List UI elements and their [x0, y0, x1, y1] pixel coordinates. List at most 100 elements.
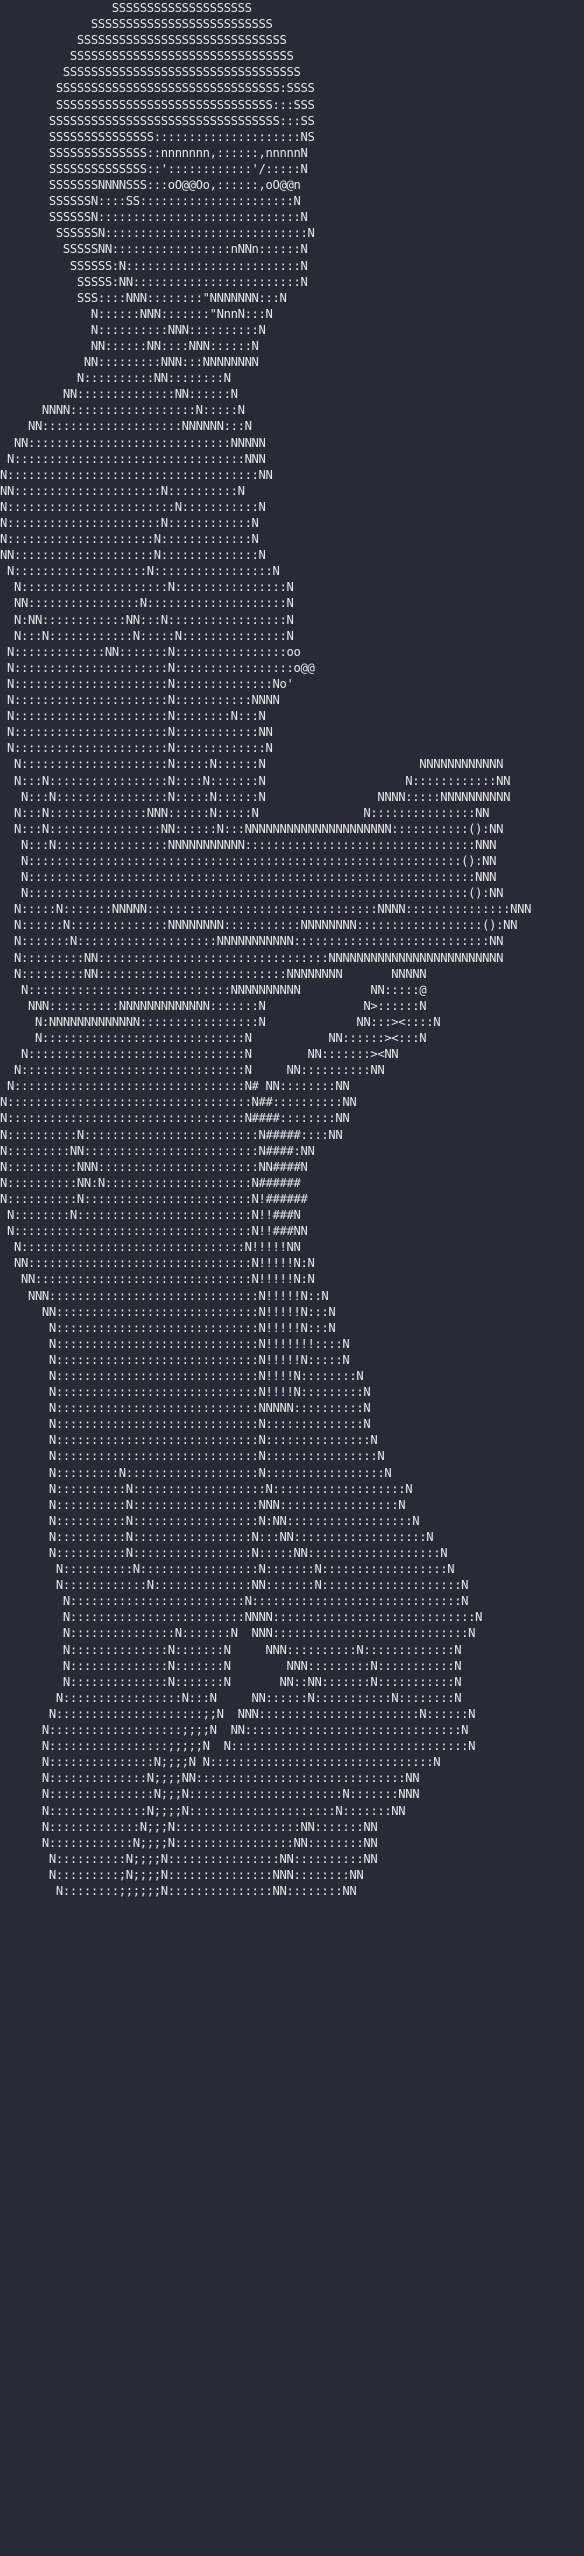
ascii-art-line: N:::::::::::::::::::::::::::::::::NNN	[0, 451, 266, 466]
ascii-art-line: N::::::NNN:::::::"NnnN:::N	[0, 306, 273, 321]
ascii-art-line: N:::::::::::::::::::::::::::::N:::::::::…	[0, 1433, 378, 1448]
ascii-art-line: N:::N::::::::::::N:::::N:::::::::::::::N	[0, 628, 294, 643]
ascii-art-line: N::::::::::::::N;;;;N:::::::::::::::::::…	[0, 1803, 406, 1818]
ascii-art-line: SSS::::NNN::::::::"NNNNNNN:::N	[0, 290, 287, 305]
ascii-art-line: N::::::::::::N;;;;N:::::::::::::::::NN::…	[0, 1835, 378, 1850]
ascii-art-line: N:::::::::N:::::::::::::::::::N:::::::::…	[0, 1465, 392, 1480]
ascii-art-line: N::::::::N:::::::::::::::::::::::::N!!##…	[0, 1208, 301, 1223]
ascii-art-line: N:::::::::::::::::::::::::::::::N NN::::…	[0, 1047, 399, 1062]
ascii-art-line: SSSSSSSSSSSSSS::'::::::::::::'/:::::N	[0, 161, 308, 176]
ascii-art-line: N::::::::::N:::::::::::::::::::::::::N##…	[0, 1127, 343, 1142]
ascii-art-line: N::::::::::::::::::::::N:::::::::::NNNN	[0, 693, 280, 708]
ascii-art-line: N::::::::::::::::::::::N:::::::::::::N	[0, 741, 273, 756]
ascii-art-line: NN::::::NN::::NNN::::::N	[0, 338, 259, 353]
ascii-art-line: N:::::::::::::::::::::;;N NNN:::::::::::…	[0, 1706, 476, 1721]
ascii-art-line: N:::::::::::::::::::;;;;N NN::::::::::::…	[0, 1723, 469, 1738]
ascii-art-line: N::::::::::N::::::::::::::::::NNN:::::::…	[0, 1497, 406, 1512]
ascii-art-line: N:::::::::::::::N;;;;N N::::::::::::::::…	[0, 1755, 441, 1770]
ascii-art-line: N:::::::::::::::::::::::::::::N!!!!N::::…	[0, 1368, 364, 1383]
ascii-art-line: NNN::::::::::::::::::::::::::::::N!!!!!N…	[0, 1288, 329, 1303]
ascii-art-line: N:::::::::::::::::N:::N NN::::::N:::::::…	[0, 1690, 462, 1705]
ascii-art-line: N::::::::::::::::::::::N::::::::N:::N	[0, 709, 266, 724]
ascii-art-line: SSSSSSSSSSSSSSSSSSSSSSSSSSSSSSSS:SSSS	[0, 81, 315, 96]
ascii-art-line: N::::::::::NN::::::::N	[0, 371, 231, 386]
ascii-art-line: SSSSSSN:::::::::::::::::::::::::::::N	[0, 226, 315, 241]
ascii-art-line: N:::::::::::::::::::::::::::::::::::::::…	[0, 886, 504, 901]
ascii-art-line: SSSSSSSSSSSSSSSSSSSSSSSSSSSSSSSS	[0, 49, 294, 64]
ascii-art-line: NN:::::::::::::::::::::::::::::::N!!!!!N…	[0, 1272, 315, 1287]
ascii-art-line: N:::::::::::::::::::::::::N:::::::::::::…	[0, 1594, 469, 1609]
ascii-art-line: N:::::::::::::::::::::::::::::NNNNN:::::…	[0, 1401, 371, 1416]
ascii-art-line: NN::::::::::::::::N::::::::::::::::::::N	[0, 596, 294, 611]
ascii-art-line: SSSSSSSSSSSSSSS:::::::::::::::::::::NS	[0, 129, 315, 144]
ascii-art-line: SSSSSSSSSSSSSSSSSSSSSSSSSS	[0, 17, 273, 32]
ascii-art-line: N::::::::::::::::::::::::::::::::::::NN	[0, 467, 273, 482]
ascii-art-line: N::::::::::N:::::::::::::::::N:::::NN:::…	[0, 1546, 448, 1560]
ascii-art-line: N:::N::::::::::::::NNN::::::N:::::N N:::…	[0, 805, 490, 820]
ascii-art-line: N::::::::::::::N:::::::N NNN:::::::::N::…	[0, 1658, 462, 1673]
ascii-art-line: SSSSSSN:::::::::::::::::::::::::::::N	[0, 210, 308, 225]
ascii-art-line: N:::::N:::::::NNNNN:::::::::::::::::::::…	[0, 902, 532, 917]
ascii-art-line: N:::::::N::::::::::::::::::::NNNNNNNNNNN…	[0, 934, 504, 949]
ascii-art-line: N::::::::::N;;;;N::::::::::::::::NN:::::…	[0, 1851, 378, 1866]
ascii-art-line: N:::::::::::::::::::::::::::::N!!!!!!!::…	[0, 1336, 350, 1351]
ascii-art-line: N:::::::::::::::::::::N:::::N::::::N NNN…	[0, 757, 504, 772]
ascii-art-line: N::::::::::N:::::::::::::::::N:::NN:::::…	[0, 1529, 434, 1544]
ascii-art-line: N:::::::::::::::::::::::::::::N!!!!!N:::…	[0, 1352, 350, 1367]
ascii-art-line: N::::::N::::::::::::::NNNNNNNN::::::::::…	[0, 918, 518, 933]
ascii-art-line: NN::::::::::::::NN::::::N	[0, 387, 238, 402]
ascii-art-line: N:::::::::::::::::::::::::::::N:::::::::…	[0, 1417, 371, 1432]
ascii-art-line: N:::::::::::::::::::::::::::::N!!!!!N:::…	[0, 1320, 336, 1335]
ascii-art-line: NN::::::::::::::::::::N::::::::::::::N	[0, 548, 266, 563]
ascii-art-line: N:::::::::::::::::::N:::::::::::::::::N	[0, 564, 280, 579]
ascii-art-line: NN::::::::::::::::::::::::::::::::N!!!!!…	[0, 1256, 315, 1271]
ascii-art-line: N:::::::::::::::::::::::::::::N!!!!N::::…	[0, 1385, 371, 1400]
ascii-art-line: N::::::::::::::::::::::N::::::::::::N	[0, 516, 259, 530]
ascii-art-line: N:::N::::::::::::::::NN::::::N:::NNNNNNN…	[0, 821, 504, 836]
ascii-art-line: N::::::::::::::N:::::::N NN::NN:::::::N:…	[0, 1674, 462, 1689]
ascii-art-line: N::::::::::::N::::::::::::::NN:::::::N::…	[0, 1578, 469, 1593]
ascii-art-line: N::::::::::N::::::::::::::::::::::::N!##…	[0, 1191, 308, 1206]
ascii-art-line: N:::N:::::::::::::::::N::::N:::::::N N::…	[0, 773, 511, 788]
ascii-art-line: SSSSSSSSSSSSSSSSSSSSSSSSSSSSSSSSS:::SS	[0, 113, 315, 128]
ascii-art-line: N:::::::::::::::::::::::::::::N NN::::::…	[0, 1031, 427, 1045]
ascii-art-line: SSSSSSSSSSSSSSSSSSSSSSSSSSSSSS	[0, 33, 287, 48]
ascii-art-line: N:::::::::NN::::::::::::::::::::::::::::…	[0, 950, 504, 965]
ascii-art-line: SSSSSSSSSSSSSSSSSSSSSSSSSSSSSSS:::SSS	[0, 97, 315, 112]
ascii-art-line: N::::::::::::::::::::::N::::::::::::::No…	[0, 676, 294, 691]
ascii-art-line: NN:::::::::::::::::::::N::::::::::N	[0, 483, 245, 498]
ascii-art-line: N::::::::::NNN::::::::::N	[0, 322, 266, 337]
ascii-art-line: N:::N::::::::::::::::NNNNNNNNNNN::::::::…	[0, 837, 497, 852]
ascii-art-line: N:::::::::::::::::::::::::::::::::N# NN:…	[0, 1079, 350, 1094]
ascii-art-line: N:::::::::NN:::::::::::::::::::::::::N##…	[0, 1143, 315, 1158]
ascii-art-line: SSSSSSSSSSSSSS::nnnnnnn,::::::,nnnnnN	[0, 145, 308, 160]
ascii-art-line: N::::::::::N:::::::::::::::::::N::::::::…	[0, 1481, 413, 1496]
ascii-art-line: N::::::::::NN:N:::::::::::::::::::::N###…	[0, 1175, 301, 1190]
ascii-art-line: N::::::::::::::::::::::::::::::::N NN:::…	[0, 1063, 385, 1078]
ascii-art-line: N:::::::::::::::N;;;N:::::::::::::::::::…	[0, 1787, 420, 1802]
ascii-art-line: N:::::::::::::::::::::::::::::NNNNNNNNNN…	[0, 982, 427, 997]
ascii-art-line: N:::::::::::::::::;;;;;N N::::::::::::::…	[0, 1739, 476, 1754]
ascii-art-line: N::::::::::N::::::::::::::::::N:NN::::::…	[0, 1513, 420, 1528]
ascii-art-line: SSSSS:NN::::::::::::::::::::::::N	[0, 274, 308, 289]
ascii-art-line: N::::::::::::::::::::::::::::::::N!!!!!N…	[0, 1240, 301, 1255]
ascii-art-line: N::::::::::::::N:::::::N NNN::::::::::N:…	[0, 1642, 462, 1657]
ascii-art-line: N:::N::::::::::::::::N:::::N::::::N NNNN…	[0, 789, 511, 804]
ascii-art-line: N:::::::::::::::::::::::::::::::::::::::…	[0, 853, 497, 868]
ascii-art-line: N::::::::;;;;;;N:::::::::::::::NN:::::::…	[0, 1883, 357, 1898]
ascii-art-line: N:NNNNNNNNNNNNN:::::::::::::::::N NN:::>…	[0, 1014, 441, 1029]
ascii-art-line: N:::::::::::::NN:::::::N::::::::::::::::…	[0, 644, 301, 659]
ascii-art-line: NNN::::::::::NNNNNNNNNNNNN:::::::N N>:::…	[0, 998, 427, 1013]
ascii-art-line: N::::::::::N:::::::::::::::::N:::::::N::…	[0, 1562, 455, 1577]
ascii-art-line: NN:::::::::::::::::::::::::::::NNNNN	[0, 435, 266, 450]
ascii-art-line: N:::::::::::::::::::::N::::::::::::::::N	[0, 580, 294, 595]
ascii-art-line: SSSSSSSSSSSSSSSSSSSSSSSSSSSSSSSSSS	[0, 65, 301, 80]
ascii-art-line: N:::::::::::::::::::::::::NNNN::::::::::…	[0, 1610, 483, 1625]
ascii-art-line: N::::::::::::::::::::::::::::::::::N!!##…	[0, 1224, 308, 1239]
ascii-art-line: N:::::::::::::::::::::::::::::::::::N##:…	[0, 1095, 357, 1110]
ascii-art-line: N::::::::::::::::::::::::N:::::::::::N	[0, 499, 266, 514]
ascii-art-line: N:::::::::::::::::::::N:::::::::::::N	[0, 532, 259, 547]
ascii-art-line: SSSSSSSSSSSSSSSSSSSS	[0, 1, 252, 15]
ascii-art-line: N::::::::::::::N;;;;NN::::::::::::::::::…	[0, 1771, 420, 1786]
ascii-art-line: NN:::::::::NNN:::NNNNNNNN	[0, 355, 259, 370]
